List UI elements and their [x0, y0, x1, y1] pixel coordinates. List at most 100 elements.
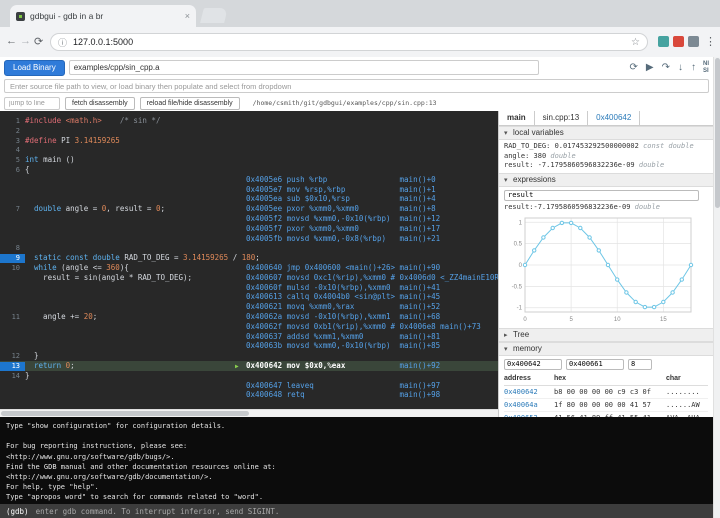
line-number[interactable]: 3 [0, 137, 25, 146]
line-number[interactable]: 7 [0, 205, 25, 214]
disasm-address[interactable]: 0x4005fb [246, 234, 282, 243]
section-tree-header[interactable]: ▸Tree [499, 328, 713, 342]
disasm-address[interactable]: 0x400621 [246, 302, 282, 311]
bookmark-star-icon[interactable]: ☆ [631, 37, 640, 48]
source-file-input[interactable] [4, 79, 709, 93]
refresh-icon[interactable]: ⟳ [34, 35, 43, 48]
step-button[interactable]: ↓ [678, 63, 683, 73]
url-bar[interactable]: ⓘ 127.0.0.1:5000 ☆ [50, 33, 648, 51]
horizontal-scrollbar-thumb[interactable] [1, 411, 249, 416]
browser-menu-icon[interactable]: ⋮ [705, 35, 716, 48]
memory-hex: 1f 80 00 00 00 00 41 57 [554, 399, 666, 411]
memory-bytes-per-line-input[interactable] [628, 359, 652, 370]
memory-address-link[interactable]: 0x40064a [504, 399, 554, 411]
disasm-address[interactable]: 0x400613 [246, 292, 282, 301]
memory-start-address-input[interactable] [504, 359, 562, 370]
line-number[interactable]: 1 [0, 117, 25, 126]
disasm-address[interactable]: 0x40060f [246, 283, 282, 292]
memory-header-hex: hex [554, 373, 666, 385]
source-line-text: angle += 20; [25, 312, 97, 321]
source-line-text: double angle = 0, result = 0; [25, 204, 165, 213]
disasm-address[interactable]: 0x4005e7 [246, 185, 282, 194]
source-line-text: { [25, 165, 30, 174]
gdb-prompt-bar: (gdb) [0, 504, 713, 518]
disasm-address[interactable]: 0x400637 [246, 332, 282, 341]
disasm-address[interactable]: 0x4005e6 [246, 175, 282, 184]
jump-to-line-input[interactable] [4, 97, 60, 110]
new-tab-button[interactable] [200, 8, 228, 23]
gdb-command-input[interactable] [34, 506, 707, 517]
memory-end-address-input[interactable] [566, 359, 624, 370]
line-number[interactable]: 4 [0, 146, 25, 155]
disasm-address[interactable]: 0x400648 [246, 390, 282, 399]
extension-icon[interactable] [688, 36, 699, 47]
fetch-disassembly-button[interactable]: fetch disassembly [65, 97, 135, 110]
continue-button[interactable]: ▶ [646, 63, 654, 73]
tab-title: gdbgui - gdb in a br [30, 11, 181, 21]
extension-icon[interactable] [673, 36, 684, 47]
line-number[interactable]: 2 [0, 127, 25, 136]
disasm-instruction: leaveq [282, 381, 395, 390]
line-number[interactable]: 14 [0, 372, 25, 381]
disasm-address[interactable]: 0x400640 [246, 263, 282, 272]
line-number[interactable]: 12 [0, 352, 25, 361]
disasm-instruction: movsd 0xb1(%rip),%xmm0 # 0x4006e8 [282, 322, 436, 331]
frame-address-link[interactable]: 0x400642 [588, 111, 640, 125]
back-icon[interactable]: ← [6, 35, 17, 47]
source-line-text: int main () [25, 155, 75, 164]
variable-name: RAD_TO_DEG: [504, 142, 555, 150]
disasm-address[interactable]: 0x4005ee [246, 204, 282, 213]
section-memory-header[interactable]: ▾memory [499, 342, 713, 356]
line-number[interactable]: 6 [0, 166, 25, 175]
disasm-address[interactable]: 0x4005ea [246, 194, 282, 203]
frame-function[interactable]: main [499, 111, 535, 125]
memory-inputs [499, 356, 713, 373]
disasm-address[interactable]: 0x40062f [246, 322, 282, 331]
source-row: 0x400621 movq %xmm0,%rax main()+52 [0, 302, 498, 312]
disasm-address[interactable]: 0x400607 [246, 273, 282, 282]
breakpoint-line-number[interactable]: 9 [0, 254, 25, 263]
return-button[interactable]: ↑ [691, 63, 696, 73]
line-number[interactable]: 5 [0, 156, 25, 165]
step-instruction-button[interactable]: SI [703, 68, 709, 75]
reload-file-button[interactable]: reload file/hide disassembly [140, 97, 240, 110]
source-row: 7 double angle = 0, result = 0;0x4005ee … [0, 204, 498, 214]
next-button[interactable]: ↷ [662, 63, 670, 73]
source-row: 0x400648 retq main()+98 [0, 390, 498, 400]
horizontal-scrollbar[interactable] [0, 409, 498, 417]
section-local-variables-header[interactable]: ▾local variables [499, 126, 713, 140]
frame-file-line[interactable]: sin.cpp:13 [535, 111, 588, 125]
load-binary-button[interactable]: Load Binary [4, 60, 65, 76]
disasm-address[interactable]: 0x4005f7 [246, 224, 282, 233]
disasm-address[interactable]: 0x40063b [246, 341, 282, 350]
disasm-offset: main()+45 [395, 292, 440, 301]
forward-icon[interactable]: → [20, 35, 31, 47]
source-row: 12 } [0, 351, 498, 361]
disasm-address[interactable]: 0x4005f2 [246, 214, 282, 223]
breakpoint-line-number[interactable]: 13 [0, 362, 25, 371]
console-line: <http://www.gnu.org/software/gdb/bugs/>. [6, 452, 707, 462]
extension-icon[interactable] [658, 36, 669, 47]
page-scrollbar-thumb[interactable] [715, 58, 720, 208]
line-number[interactable]: 10 [0, 264, 25, 273]
source-line-text: while (angle <= 360){ [25, 263, 129, 272]
restart-button[interactable]: ⟳ [630, 63, 638, 73]
tab-close-icon[interactable]: × [185, 11, 190, 21]
expression-input[interactable] [504, 190, 699, 201]
source-line-text: #include <math.h> /* sin */ [25, 116, 160, 125]
browser-tab[interactable]: gdbgui - gdb in a br × [10, 5, 196, 27]
disasm-address[interactable]: 0x400647 [246, 381, 282, 390]
line-number[interactable]: 8 [0, 244, 25, 253]
memory-table: address hex char 0x400642b8 00 00 00 00 … [499, 373, 713, 417]
binary-path-input[interactable] [69, 60, 539, 75]
memory-address-link[interactable]: 0x400642 [504, 386, 554, 398]
disasm-address[interactable]: 0x400642 [246, 361, 282, 370]
page-scrollbar[interactable] [713, 57, 720, 518]
site-info-icon[interactable]: ⓘ [58, 36, 67, 49]
disassembly-line: 0x400621 movq %xmm0,%rax main()+52 [246, 302, 440, 312]
source-row: 13 return 0;▶0x400642 mov $0x0,%eax main… [0, 361, 498, 371]
source-row: 8 [0, 243, 498, 253]
section-expressions-header[interactable]: ▾expressions [499, 173, 713, 187]
line-number[interactable]: 11 [0, 313, 25, 322]
disasm-address[interactable]: 0x40062a [246, 312, 282, 321]
